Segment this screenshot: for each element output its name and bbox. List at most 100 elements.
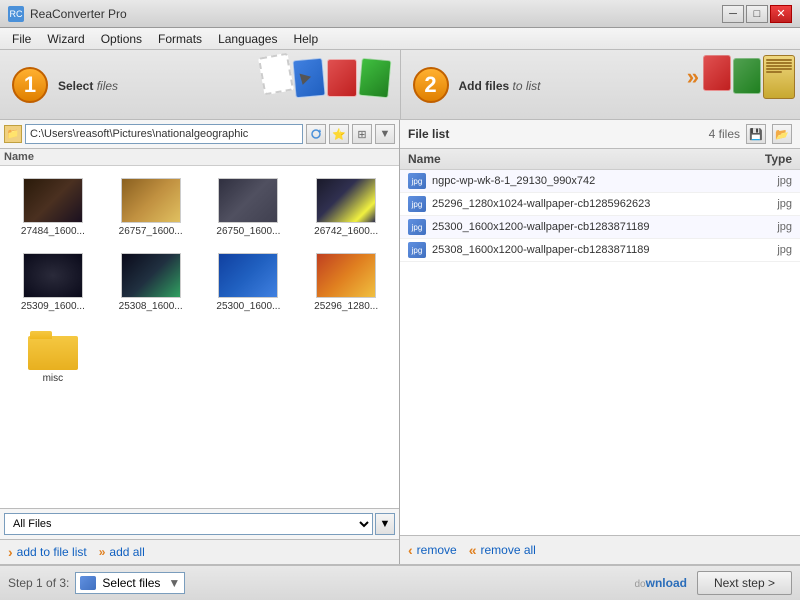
step-label: Step 1 of 3: — [8, 576, 69, 590]
add-all-button[interactable]: » add all — [99, 545, 145, 559]
next-step-button[interactable]: Next step > — [697, 571, 792, 595]
folder-icon — [28, 328, 78, 370]
file-row-type: jpg — [732, 244, 792, 256]
file-list-area[interactable]: jpg ngpc-wp-wk-8-1_29130_990x742 jpg jpg… — [400, 170, 800, 535]
table-row[interactable]: jpg 25296_1280x1024-wallpaper-cb12859626… — [400, 193, 800, 216]
file-type-icon: jpg — [408, 219, 426, 235]
app-title: ReaConverter Pro — [30, 7, 127, 21]
list-item[interactable]: 25309_1600... — [8, 249, 98, 316]
window-controls: ─ □ ✕ — [722, 5, 792, 23]
file-name: 25308_1600... — [116, 301, 186, 312]
list-item[interactable]: 26757_1600... — [106, 174, 196, 241]
address-bar: 📁 ⭐ ⊞ ▼ — [0, 120, 399, 149]
step-dropdown-icon — [80, 576, 96, 590]
step2-decor: » — [687, 55, 795, 99]
list-item[interactable]: 25308_1600... — [106, 249, 196, 316]
step-indicator: Step 1 of 3: Select files ▼ — [8, 572, 185, 594]
step-dropdown-label: Select files — [102, 576, 160, 590]
menu-languages[interactable]: Languages — [210, 30, 285, 48]
refresh-button[interactable] — [306, 124, 326, 144]
list-item[interactable]: 25300_1600... — [204, 249, 294, 316]
file-count: 4 files — [709, 127, 740, 141]
list-header-row: Name Type — [400, 149, 800, 170]
remove-all-btn-label: remove all — [480, 543, 535, 557]
table-row[interactable]: jpg ngpc-wp-wk-8-1_29130_990x742 jpg — [400, 170, 800, 193]
close-button[interactable]: ✕ — [770, 5, 792, 23]
remove-arrow-icon: ‹ — [408, 542, 413, 558]
file-type-icon: jpg — [408, 173, 426, 189]
thumbnail — [316, 178, 376, 223]
menu-formats[interactable]: Formats — [150, 30, 210, 48]
table-row[interactable]: jpg 25300_1600x1200-wallpaper-cb12838711… — [400, 216, 800, 239]
file-name: 26742_1600... — [311, 226, 381, 237]
col-name-header: Name — [408, 152, 732, 166]
remove-all-button[interactable]: « remove all — [469, 542, 536, 558]
menu-file[interactable]: File — [4, 30, 39, 48]
filter-dropdown-button[interactable]: ▼ — [375, 513, 395, 535]
save-list-button[interactable]: 💾 — [746, 124, 766, 144]
file-name: 27484_1600... — [18, 226, 88, 237]
file-name: 25296_1280... — [311, 301, 381, 312]
file-row-name: 25296_1280x1024-wallpaper-cb1285962623 — [432, 198, 732, 210]
add-to-list-button[interactable]: › add to file list — [8, 544, 87, 560]
remove-button[interactable]: ‹ remove — [408, 542, 457, 558]
file-area[interactable]: 27484_1600... 26757_1600... 26750_1600..… — [0, 166, 399, 508]
bottom-bar: Step 1 of 3: Select files ▼ download Nex… — [0, 564, 800, 600]
file-grid: 27484_1600... 26757_1600... 26750_1600..… — [8, 174, 391, 388]
title-bar: RC ReaConverter Pro ─ □ ✕ — [0, 0, 800, 28]
file-type-icon: jpg — [408, 196, 426, 212]
menu-bar: File Wizard Options Formats Languages He… — [0, 28, 800, 50]
menu-wizard[interactable]: Wizard — [39, 30, 92, 48]
step2-number: 2 — [413, 67, 449, 103]
right-panel: File list 4 files 💾 📂 Name Type jpg ngpc… — [400, 120, 800, 564]
bookmark-button[interactable]: ⭐ — [329, 124, 349, 144]
thumbnail — [218, 253, 278, 298]
file-name: 26757_1600... — [116, 226, 186, 237]
thumbnail — [121, 178, 181, 223]
table-row[interactable]: jpg 25308_1600x1200-wallpaper-cb12838711… — [400, 239, 800, 262]
step2-bold: Add files — [459, 79, 510, 93]
dropdown-arrow-icon: ▼ — [168, 576, 180, 590]
step1-decor — [261, 55, 390, 97]
step2-title: Add files to list — [459, 74, 541, 95]
left-panel: 📁 ⭐ ⊞ ▼ Name 27484_1600... — [0, 120, 400, 564]
thumbnail — [23, 178, 83, 223]
list-item[interactable]: misc — [8, 324, 98, 388]
action-bar: › add to file list » add all — [0, 539, 399, 564]
address-input[interactable] — [25, 124, 303, 144]
menu-options[interactable]: Options — [93, 30, 150, 48]
filter-bar: All Files ▼ — [0, 508, 399, 539]
menu-help[interactable]: Help — [285, 30, 326, 48]
file-list-header: File list 4 files 💾 📂 — [400, 120, 800, 149]
step2-section: 2 Add files to list » — [401, 50, 800, 119]
watermark-accent: wnload — [646, 576, 687, 590]
minimize-button[interactable]: ─ — [722, 5, 744, 23]
file-count-area: 4 files 💾 📂 — [709, 124, 792, 144]
add-btn-label: add to file list — [17, 545, 87, 559]
file-name: 26750_1600... — [213, 226, 283, 237]
app-icon: RC — [8, 6, 24, 22]
thumbnail — [218, 178, 278, 223]
main-content: 1 Select files 2 Add files to list — [0, 50, 800, 600]
step-dropdown[interactable]: Select files ▼ — [75, 572, 185, 594]
filter-select[interactable]: All Files — [4, 513, 373, 535]
add-all-arrow-icon: » — [99, 545, 106, 559]
list-item[interactable]: 26750_1600... — [204, 174, 294, 241]
step1-section: 1 Select files — [0, 50, 401, 119]
file-name: 25309_1600... — [18, 301, 88, 312]
thumbnail — [23, 253, 83, 298]
list-item[interactable]: 25296_1280... — [301, 249, 391, 316]
thumbnail — [316, 253, 376, 298]
view-toggle-button[interactable]: ⊞ — [352, 124, 372, 144]
list-item[interactable]: 27484_1600... — [8, 174, 98, 241]
view-dropdown-button[interactable]: ▼ — [375, 124, 395, 144]
step1-rest: files — [93, 79, 118, 93]
maximize-button[interactable]: □ — [746, 5, 768, 23]
load-list-button[interactable]: 📂 — [772, 124, 792, 144]
file-type-icon: jpg — [408, 242, 426, 258]
list-item[interactable]: 26742_1600... — [301, 174, 391, 241]
chevron-icon: » — [687, 64, 699, 90]
file-row-name: 25300_1600x1200-wallpaper-cb1283871189 — [432, 221, 732, 233]
file-row-type: jpg — [732, 198, 792, 210]
file-name: 25300_1600... — [213, 301, 283, 312]
